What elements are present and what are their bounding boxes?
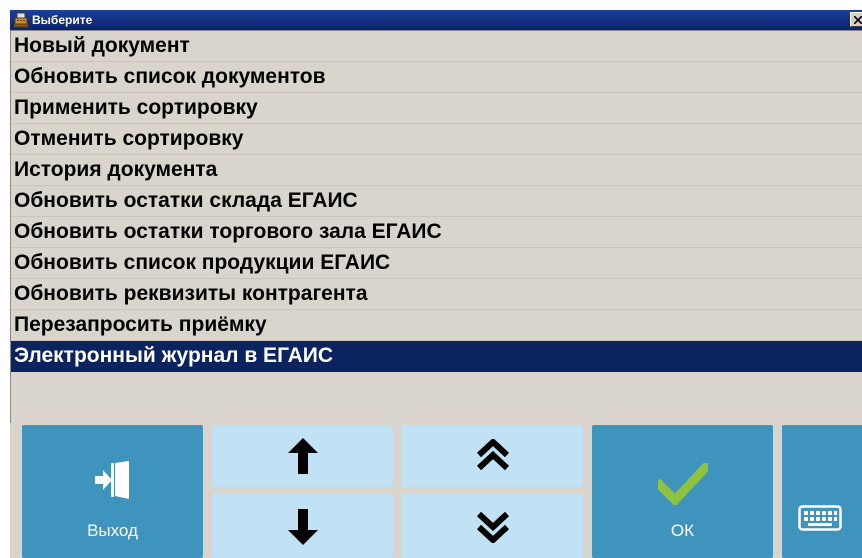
arrow-up-icon (288, 438, 318, 474)
menu-item-refresh-warehouse-stock[interactable]: Обновить остатки склада ЕГАИС (11, 186, 862, 217)
exit-door-icon (95, 461, 129, 499)
keyboard-icon (798, 505, 842, 531)
down-button[interactable] (212, 493, 393, 558)
page-up-button[interactable] (402, 425, 583, 487)
double-chevron-down-icon (476, 511, 510, 543)
double-chevron-up-icon (476, 439, 510, 471)
menu-item-refresh-counterparty[interactable]: Обновить реквизиты контрагента (11, 279, 862, 310)
menu-list[interactable]: Новый документ Обновить список документо… (10, 30, 862, 423)
menu-item-document-history[interactable]: История документа (11, 155, 862, 186)
keyboard-button[interactable] (782, 425, 862, 558)
checkmark-icon (658, 463, 708, 505)
window-title: Выберите (32, 13, 93, 27)
exit-button[interactable]: Выход (22, 425, 203, 558)
ok-button[interactable]: ОК (592, 425, 773, 558)
title-bar[interactable]: Выберите (10, 10, 862, 30)
menu-item-refresh-product-list[interactable]: Обновить список продукции ЕГАИС (11, 248, 862, 279)
button-toolbar: Выход ОК (10, 423, 862, 558)
close-button[interactable] (850, 12, 862, 27)
menu-item-refresh-salesfloor-stock[interactable]: Обновить остатки торгового зала ЕГАИС (11, 217, 862, 248)
cash-register-icon (13, 12, 29, 28)
exit-label: Выход (87, 521, 138, 540)
menu-item-apply-sort[interactable]: Применить сортировку (11, 93, 862, 124)
up-button[interactable] (212, 425, 393, 487)
selection-dialog: Выберите Новый документ Обновить список … (10, 10, 862, 558)
menu-item-refresh-documents[interactable]: Обновить список документов (11, 62, 862, 93)
page-down-button[interactable] (402, 493, 583, 558)
menu-item-new-document[interactable]: Новый документ (11, 31, 862, 62)
menu-item-electronic-journal[interactable]: Электронный журнал в ЕГАИС (11, 341, 862, 372)
menu-item-rerequest-acceptance[interactable]: Перезапросить приёмку (11, 310, 862, 341)
arrow-down-icon (288, 509, 318, 545)
ok-label: ОК (670, 521, 695, 540)
close-icon (854, 16, 862, 24)
menu-item-cancel-sort[interactable]: Отменить сортировку (11, 124, 862, 155)
